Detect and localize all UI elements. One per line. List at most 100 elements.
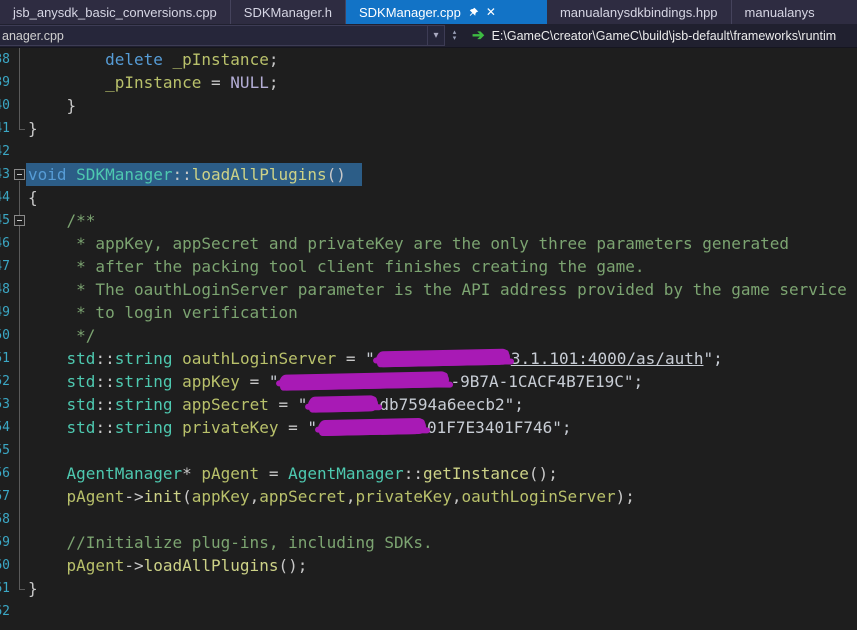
code-line[interactable]: 349 * to login verification xyxy=(0,301,857,324)
code-line[interactable]: 347 * after the packing tool client fini… xyxy=(0,255,857,278)
code-line-text: * The oauthLoginServer parameter is the … xyxy=(0,278,857,301)
token-pun: } xyxy=(28,579,38,598)
file-dropdown-value: anager.cpp xyxy=(2,28,64,43)
line-number: 351 xyxy=(0,351,10,366)
file-dropdown[interactable]: anager.cpp ▾ xyxy=(0,25,445,46)
line-number: 341 xyxy=(0,121,10,136)
code-line[interactable]: 352 std::string appKey = "-9B7A-1CACF4B7… xyxy=(0,370,857,393)
token-type: string xyxy=(114,395,173,414)
token-url: 3.1.101:4000/as/auth xyxy=(510,349,704,368)
token-mac: NULL xyxy=(230,73,269,92)
code-line-text: std::string privateKey = " 01F7E3401F746"… xyxy=(0,416,857,439)
line-number: 347 xyxy=(0,259,10,274)
code-line[interactable]: 356 AgentManager* pAgent = AgentManager:… xyxy=(0,462,857,485)
code-line[interactable]: 351 std::string oauthLoginServer = "3.1.… xyxy=(0,347,857,370)
spinner-arrows-icon[interactable]: ▴ ▾ xyxy=(447,29,462,42)
code-line[interactable]: 357 pAgent->init(appKey,appSecret,privat… xyxy=(0,485,857,508)
token-type: std xyxy=(66,395,96,414)
code-line-text: delete _pInstance; xyxy=(0,48,857,71)
token-pun: = xyxy=(336,349,366,368)
code-line[interactable]: 339 _pInstance = NULL; xyxy=(0,71,857,94)
token-pun xyxy=(163,50,173,69)
redaction-scribble xyxy=(375,349,510,368)
token-type: AgentManager xyxy=(66,464,183,483)
code-line[interactable]: 343 void SDKManager::loadAllPlugins() xyxy=(0,163,857,186)
token-com: //Initialize plug-ins, including SDKs. xyxy=(28,533,433,552)
token-pun: (); xyxy=(278,556,308,575)
token-pun: } xyxy=(28,119,38,138)
code-line-text: _pInstance = NULL; xyxy=(0,71,857,94)
token-pun: * xyxy=(182,464,202,483)
token-pun: :: xyxy=(95,418,115,437)
token-var: _pInstance xyxy=(105,73,202,92)
code-line[interactable]: 360 pAgent->loadAllPlugins(); xyxy=(0,554,857,577)
token-type: string xyxy=(114,418,173,437)
token-fn: loadAllPlugins xyxy=(143,556,279,575)
code-line[interactable]: 358 xyxy=(0,508,857,531)
token-type: std xyxy=(66,418,96,437)
token-pun: :: xyxy=(95,349,115,368)
code-line[interactable]: 362 xyxy=(0,600,857,623)
token-pun: = xyxy=(268,395,298,414)
collapse-icon[interactable] xyxy=(14,169,25,180)
tab-sdkmanager-h[interactable]: SDKManager.h xyxy=(231,0,346,24)
code-line[interactable]: 344 { xyxy=(0,186,857,209)
token-pun: :: xyxy=(95,395,115,414)
tab-jsb-anysdk-basic-conversions-cpp[interactable]: jsb_anysdk_basic_conversions.cpp xyxy=(0,0,231,24)
code-line[interactable]: 354 std::string privateKey = "01F7E3401F… xyxy=(0,416,857,439)
token-pun xyxy=(28,464,67,483)
tab-label: jsb_anysdk_basic_conversions.cpp xyxy=(13,4,217,20)
code-editor[interactable]: 338 delete _pInstance;339 _pInstance = N… xyxy=(0,48,857,630)
tab-manualanys[interactable]: manualanys xyxy=(732,0,857,24)
goto-arrow-icon: ➔ xyxy=(472,27,485,44)
code-line[interactable]: 350 */ xyxy=(0,324,857,347)
token-pun xyxy=(28,395,67,414)
tab-sdkmanager-cpp[interactable]: SDKManager.cpp ✕ xyxy=(345,0,547,24)
token-pun xyxy=(28,50,105,69)
tab-manualanysdkbindings-hpp[interactable]: manualanysdkbindings.hpp xyxy=(547,0,732,24)
code-line[interactable]: 341} xyxy=(0,117,857,140)
code-line[interactable]: 342 xyxy=(0,140,857,163)
code-line-text: std::string oauthLoginServer = " 3.1.101:… xyxy=(0,347,857,370)
code-line[interactable]: 346 * appKey, appSecret and privateKey a… xyxy=(0,232,857,255)
pin-icon[interactable] xyxy=(468,7,479,18)
token-fn: init xyxy=(143,487,183,506)
line-number: 340 xyxy=(0,98,10,113)
token-pun: = xyxy=(259,464,289,483)
code-line[interactable]: 340 } xyxy=(0,94,857,117)
code-line[interactable]: 345 /** xyxy=(0,209,857,232)
token-pun: , xyxy=(345,487,356,506)
line-number: 339 xyxy=(0,75,10,90)
token-pun xyxy=(173,418,183,437)
token-kw: delete xyxy=(105,50,163,69)
token-type: string xyxy=(114,349,173,368)
code-line[interactable]: 355 xyxy=(0,439,857,462)
code-line-text: { xyxy=(0,186,857,209)
selection-highlight: void SDKManager::loadAllPlugins() xyxy=(26,163,362,186)
chevron-down-icon[interactable]: ▾ xyxy=(427,26,444,45)
code-line[interactable]: 348 * The oauthLoginServer parameter is … xyxy=(0,278,857,301)
line-number: 345 xyxy=(0,213,10,228)
code-line[interactable]: 361} xyxy=(0,577,857,600)
line-number: 346 xyxy=(0,236,10,251)
collapse-icon[interactable] xyxy=(14,215,25,226)
token-pun: = xyxy=(239,372,269,391)
code-line[interactable]: 338 delete _pInstance; xyxy=(0,48,857,71)
token-var: appSecret xyxy=(259,487,346,506)
token-type: string xyxy=(114,372,173,391)
token-pun: { xyxy=(28,188,38,207)
line-number: 358 xyxy=(0,512,10,527)
token-pun xyxy=(67,165,77,184)
code-line[interactable]: 359 //Initialize plug-ins, including SDK… xyxy=(0,531,857,554)
token-pun xyxy=(28,418,67,437)
token-pun: () xyxy=(326,165,346,184)
close-icon[interactable]: ✕ xyxy=(486,6,496,18)
code-line[interactable]: 353 std::string appSecret = "db7594a6eec… xyxy=(0,393,857,416)
token-pun: } xyxy=(28,96,77,115)
token-var: appKey xyxy=(182,372,240,391)
token-pun xyxy=(28,73,105,92)
token-var: appSecret xyxy=(182,395,269,414)
token-var: privateKey xyxy=(355,487,452,506)
code-line-text: AgentManager* pAgent = AgentManager::get… xyxy=(0,462,857,485)
token-var: privateKey xyxy=(182,418,279,437)
